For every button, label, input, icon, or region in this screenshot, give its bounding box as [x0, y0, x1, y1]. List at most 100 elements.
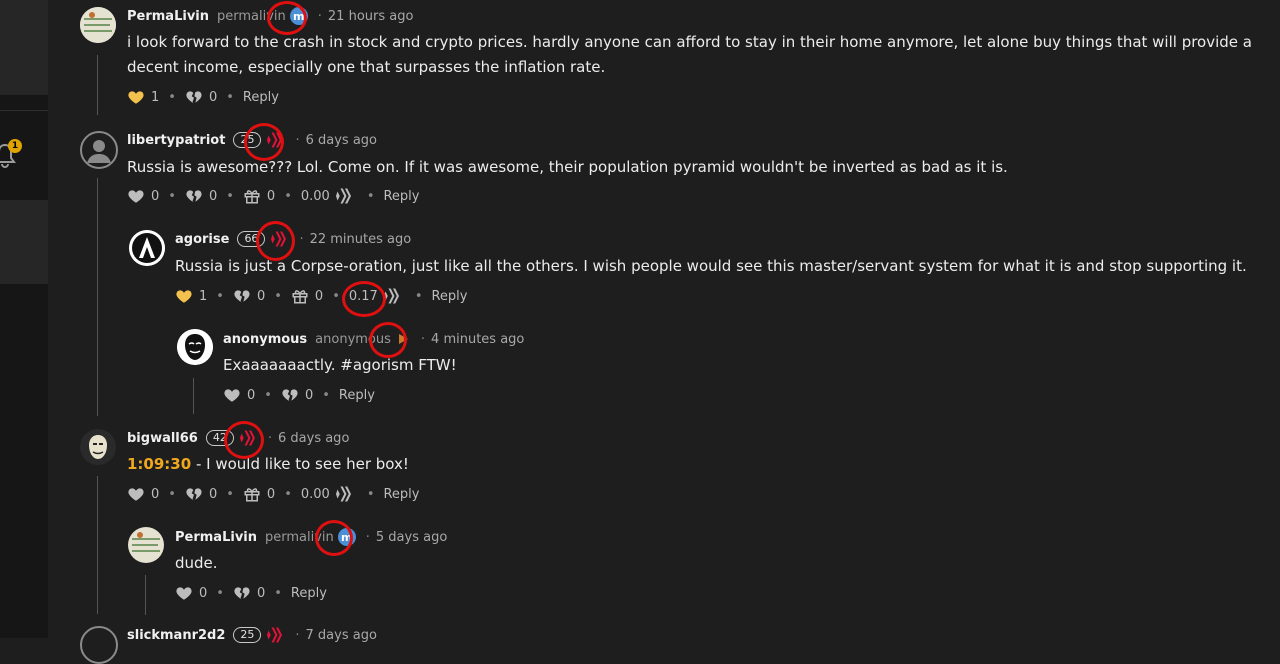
like-heart-icon[interactable]: [127, 187, 145, 205]
username[interactable]: PermaLivin: [127, 9, 209, 24]
like-heart-icon[interactable]: [127, 485, 145, 503]
comment-time[interactable]: 21 hours ago: [328, 9, 414, 24]
like-count: 1: [199, 288, 208, 304]
avatar[interactable]: [129, 230, 165, 266]
reputation-badge: 25: [233, 627, 262, 643]
separator: ·: [295, 132, 300, 148]
hive-icon[interactable]: [336, 486, 354, 502]
separator: •: [414, 288, 423, 304]
avatar[interactable]: [80, 7, 116, 43]
comment-text: dude.: [175, 554, 218, 572]
video-timestamp-link[interactable]: 1:09:30: [127, 455, 191, 473]
separator: •: [284, 486, 292, 502]
gift-icon[interactable]: [291, 287, 309, 305]
comment-time[interactable]: 7 days ago: [306, 628, 377, 643]
gift-icon[interactable]: [243, 187, 261, 205]
comment-time[interactable]: 5 days ago: [376, 530, 447, 545]
avatar[interactable]: [80, 429, 116, 465]
like-count: 0: [151, 188, 160, 204]
dislike-count: 0: [208, 486, 218, 502]
annotation-circle: [267, 1, 307, 35]
separator: •: [332, 288, 340, 304]
like-heart-icon[interactable]: [175, 287, 193, 305]
separator: ·: [295, 627, 300, 643]
avatar[interactable]: [80, 626, 118, 664]
dislike-broken-heart-icon[interactable]: [185, 88, 203, 106]
separator: •: [216, 585, 224, 601]
annotation-circle: [256, 221, 295, 261]
separator: •: [168, 486, 176, 502]
gift-count: 0: [314, 288, 324, 304]
avatar[interactable]: [177, 329, 213, 365]
gift-icon[interactable]: [243, 485, 261, 503]
reply-button[interactable]: Reply: [291, 586, 327, 601]
separator: •: [264, 387, 272, 403]
comment-time[interactable]: 6 days ago: [306, 133, 377, 148]
reply-button[interactable]: Reply: [431, 289, 467, 304]
sidebar-divider: [0, 110, 48, 111]
thread-line: [145, 575, 146, 615]
annotation-circle: [342, 281, 386, 317]
comment-text: Russia is just a Corpse-oration, just li…: [175, 257, 1247, 275]
dislike-broken-heart-icon[interactable]: [233, 584, 251, 602]
comment-time[interactable]: 6 days ago: [278, 431, 349, 446]
like-count: 0: [199, 585, 208, 601]
dislike-broken-heart-icon[interactable]: [185, 485, 203, 503]
avatar[interactable]: [128, 527, 164, 563]
separator: ·: [299, 231, 304, 247]
thread-line: [97, 476, 98, 614]
comment-time[interactable]: 4 minutes ago: [431, 332, 524, 347]
gift-count: 0: [266, 486, 276, 502]
annotation-circle: [244, 123, 284, 161]
username[interactable]: bigwall66: [127, 431, 198, 446]
separator: ·: [365, 529, 370, 545]
like-heart-icon[interactable]: [223, 386, 241, 404]
dislike-broken-heart-icon[interactable]: [233, 287, 251, 305]
separator: ·: [420, 331, 426, 347]
hive-icon: [267, 627, 285, 643]
separator: •: [226, 89, 234, 105]
reply-button[interactable]: Reply: [339, 388, 375, 403]
separator: ·: [267, 430, 272, 446]
thread-line: [97, 55, 98, 115]
gift-count: 0: [266, 188, 276, 204]
like-count: 1: [151, 89, 160, 105]
separator: •: [322, 387, 330, 403]
username[interactable]: agorise: [175, 232, 229, 247]
thread-line: [193, 378, 194, 414]
notification-bell-icon[interactable]: 1: [0, 139, 24, 170]
hive-icon[interactable]: [384, 288, 402, 304]
separator: •: [168, 89, 176, 105]
reply-button[interactable]: Reply: [243, 90, 279, 105]
username[interactable]: libertypatriot: [127, 133, 225, 148]
dislike-count: 0: [208, 188, 218, 204]
dislike-broken-heart-icon[interactable]: [185, 187, 203, 205]
separator: •: [216, 288, 224, 304]
separator: •: [274, 585, 282, 601]
reply-button[interactable]: Reply: [383, 487, 419, 502]
hive-icon[interactable]: [336, 188, 354, 204]
dislike-count: 0: [208, 89, 218, 105]
thread-line: [97, 178, 98, 416]
comment-text: - I would like to see her box!: [191, 455, 409, 473]
comment-time[interactable]: 22 minutes ago: [310, 232, 412, 247]
dislike-count: 0: [256, 585, 266, 601]
like-heart-icon[interactable]: [127, 88, 145, 106]
username[interactable]: PermaLivin: [175, 530, 257, 545]
username[interactable]: anonymous: [223, 332, 307, 347]
like-count: 0: [151, 486, 160, 502]
dislike-broken-heart-icon[interactable]: [281, 386, 299, 404]
separator: •: [226, 486, 234, 502]
like-heart-icon[interactable]: [175, 584, 193, 602]
separator: •: [366, 486, 375, 502]
payout-value: 0.00: [300, 188, 330, 204]
reply-button[interactable]: Reply: [383, 189, 419, 204]
username[interactable]: slickmanr2d2: [127, 628, 225, 643]
avatar[interactable]: [80, 131, 118, 169]
annotation-circle: [224, 421, 264, 459]
separator: ·: [317, 8, 322, 24]
comment-text: i look forward to the crash in stock and…: [127, 33, 1252, 76]
like-count: 0: [247, 387, 256, 403]
separator: •: [226, 188, 234, 204]
payout-value: 0.00: [300, 486, 330, 502]
